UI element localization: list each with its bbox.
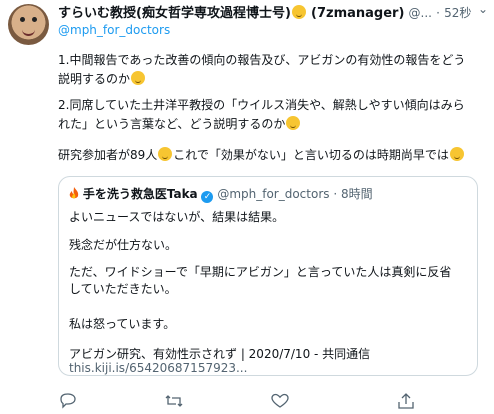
fire-emoji-icon xyxy=(69,187,79,199)
quoted-header: 手を洗う救急医Taka ✓ @mph_for_doctors · 8時間 xyxy=(69,185,469,203)
quoted-username[interactable]: @mph_for_doctors xyxy=(217,187,329,201)
like-icon[interactable] xyxy=(270,392,290,410)
quoted-line: 残念だが仕方ない。 xyxy=(69,238,178,252)
separator-dot: · xyxy=(333,187,338,201)
quoted-paragraph: ただ、ワイドショーで「早期にアビガン」と言っていた人は真剣に反省 していただきたい… xyxy=(69,265,452,296)
smile-emoji-icon xyxy=(158,147,173,161)
smile-emoji-icon xyxy=(286,116,301,130)
display-name[interactable]: すらいむ教授(痴女哲学専攻過程博士号) xyxy=(58,6,291,21)
retweet-icon[interactable] xyxy=(164,392,184,410)
chevron-down-icon[interactable]: ⌄ xyxy=(478,2,488,16)
timestamp[interactable]: 52秒 xyxy=(444,6,471,20)
tweet-actions xyxy=(58,392,478,410)
tweet-paragraph-2: 2.同席していた土井洋平教授の「ウイルス消失や、解熱しやすい傾向はみら れた」と… xyxy=(58,98,465,131)
reply-icon[interactable] xyxy=(58,392,78,410)
quoted-line: よいニュースではないが、結果は結果。 xyxy=(69,210,285,224)
quoted-timestamp[interactable]: 8時間 xyxy=(341,187,373,201)
smile-emoji-icon xyxy=(131,71,146,85)
avatar[interactable] xyxy=(8,4,49,45)
quoted-display-name[interactable]: 手を洗う救急医Taka xyxy=(83,187,198,201)
link-url[interactable]: this.kiji.is/65420687157923... xyxy=(69,361,469,375)
username[interactable]: @... xyxy=(409,6,432,20)
separator-dot: · xyxy=(436,6,440,20)
smile-emoji-icon xyxy=(291,5,306,19)
quoted-tweet[interactable]: 手を洗う救急医Taka ✓ @mph_for_doctors · 8時間 よいニ… xyxy=(58,176,478,376)
smile-emoji-icon xyxy=(449,147,464,161)
tweet-paragraph-3: 研究参加者が89人 これで「効果がない」と言い切るのは時期尚早では xyxy=(58,146,478,165)
tweet-card[interactable]: すらいむ教授(痴女哲学専攻過程博士号) (7zmanager) @... · 5… xyxy=(0,0,494,414)
verified-badge-icon: ✓ xyxy=(201,191,214,203)
link-title[interactable]: アビガン研究、有効性示されず | 2020/7/10 - 共同通信 xyxy=(69,345,469,362)
tweet-header: すらいむ教授(痴女哲学専攻過程博士号) (7zmanager) @... · 5… xyxy=(58,3,488,23)
share-icon[interactable] xyxy=(396,392,416,410)
mention-link[interactable]: @mph_for_doctors xyxy=(58,23,170,37)
tweet-paragraph-1: 1.中間報告であった改善の傾向の報告及び、アビガンの有効性の報告をどう 説明する… xyxy=(58,53,466,86)
author-handle-paren[interactable]: (7zmanager) xyxy=(311,6,404,21)
quoted-line: 私は怒っています。 xyxy=(69,317,176,331)
